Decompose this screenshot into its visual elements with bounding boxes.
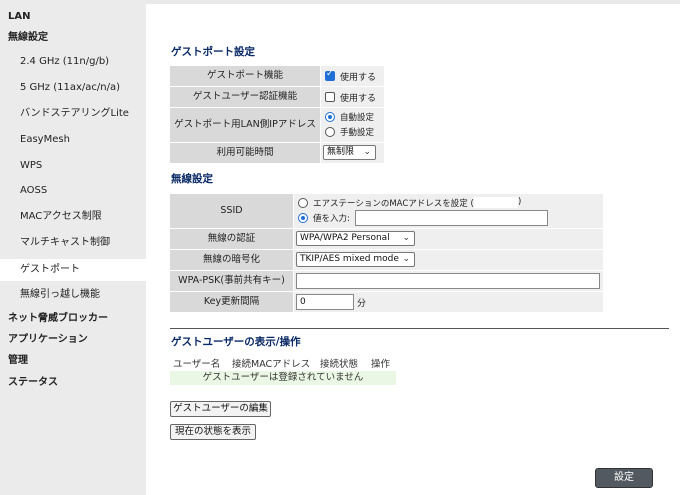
lan-ip-cell: 自動設定 手動設定 xyxy=(321,108,384,142)
guest-port-function-option: 使用する xyxy=(340,73,377,83)
wireless-auth-label: 無線の認証 xyxy=(170,229,293,249)
ssid-label: SSID xyxy=(170,194,293,228)
sidebar-item-application[interactable]: アプリケーション xyxy=(0,330,146,350)
sidebar-item-band-steering[interactable]: バンドステアリングLite xyxy=(0,104,146,124)
ssid-cell: エアステーションのMACアドレスを設定 ( ) 値を入力: xyxy=(294,194,603,228)
submit-button[interactable]: 設定 xyxy=(595,468,653,488)
available-time-label: 利用可能時間 xyxy=(170,143,320,163)
sidebar-item-wps[interactable]: WPS xyxy=(0,156,146,176)
column-mac-address: 接続MACアドレス xyxy=(232,359,311,370)
ssid-mac-value-box xyxy=(474,197,518,208)
wireless-auth-select[interactable]: WPA/WPA2 Personal ⌄ xyxy=(296,231,415,246)
ssid-mac-label: エアステーションのMACアドレスを設定 ( xyxy=(313,199,474,209)
column-username: ユーザー名 xyxy=(173,359,221,370)
sidebar-item-5ghz[interactable]: 5 GHz (11ax/ac/n/a) xyxy=(0,78,146,98)
section-divider xyxy=(170,328,669,329)
empty-message: ゲストユーザーは登録されていません xyxy=(170,371,396,385)
guest-auth-checkbox[interactable] xyxy=(325,92,335,102)
ssid-mac-radio[interactable] xyxy=(298,198,308,208)
sidebar-item-wireless[interactable]: 無線設定 xyxy=(0,28,146,48)
column-operation: 操作 xyxy=(371,359,391,370)
show-status-button[interactable]: 現在の状態を表示 xyxy=(170,424,256,440)
wireless-auth-cell: WPA/WPA2 Personal ⌄ xyxy=(294,229,603,249)
sidebar-item-easymesh[interactable]: EasyMesh xyxy=(0,130,146,150)
ssid-input-radio[interactable] xyxy=(298,213,308,223)
psk-label: WPA-PSK(事前共有キー) xyxy=(170,271,293,291)
chevron-down-icon: ⌄ xyxy=(402,233,410,243)
psk-input[interactable] xyxy=(296,273,600,289)
ssid-input[interactable] xyxy=(355,210,548,226)
available-time-cell: 無制限 ⌄ xyxy=(321,143,384,163)
encryption-label: 無線の暗号化 xyxy=(170,250,293,270)
sidebar-item-lan[interactable]: LAN xyxy=(0,7,146,27)
guest-auth-cell: 使用する xyxy=(321,87,384,107)
guest-port-function-checkbox[interactable] xyxy=(325,69,335,81)
guest-auth-option: 使用する xyxy=(340,94,377,104)
key-interval-label: Key更新間隔 xyxy=(170,292,293,312)
lan-ip-manual-label: 手動設定 xyxy=(340,128,375,138)
key-interval-input[interactable]: 0 xyxy=(296,294,354,310)
guest-port-title: ゲストポート設定 xyxy=(171,46,255,58)
available-time-select[interactable]: 無制限 ⌄ xyxy=(323,145,376,160)
guest-users-title: ゲストユーザーの表示/操作 xyxy=(171,336,301,348)
lan-ip-label: ゲストポート用LAN側IPアドレス xyxy=(170,108,320,142)
sidebar-item-wireless-migration[interactable]: 無線引っ越し機能 xyxy=(0,285,146,305)
column-connection-status: 接続状態 xyxy=(320,359,359,370)
lan-ip-auto-radio[interactable] xyxy=(325,112,335,122)
lan-ip-manual-radio[interactable] xyxy=(325,127,335,137)
lan-ip-auto-label: 自動設定 xyxy=(340,113,375,123)
sidebar: LAN 無線設定 2.4 GHz (11n/g/b) 5 GHz (11ax/a… xyxy=(0,0,146,495)
guest-port-function-label: ゲストポート機能 xyxy=(170,66,320,86)
wireless-title: 無線設定 xyxy=(171,173,213,185)
sidebar-item-guest-port[interactable]: ゲストポート xyxy=(0,259,146,281)
guest-auth-label: ゲストユーザー認証機能 xyxy=(170,87,320,107)
sidebar-item-24ghz[interactable]: 2.4 GHz (11n/g/b) xyxy=(0,52,146,72)
sidebar-item-multicast[interactable]: マルチキャスト制御 xyxy=(0,233,146,253)
main-content: ゲストポート設定 ゲストポート機能 使用する ゲストユーザー認証機能 使用する … xyxy=(146,4,680,495)
encryption-select[interactable]: TKIP/AES mixed mode ⌄ xyxy=(296,252,415,267)
chevron-down-icon: ⌄ xyxy=(402,254,410,264)
sidebar-item-aoss[interactable]: AOSS xyxy=(0,181,146,201)
sidebar-item-threat-blocker[interactable]: ネット脅威ブロッカー xyxy=(0,309,146,329)
chevron-down-icon: ⌄ xyxy=(363,147,371,157)
encryption-cell: TKIP/AES mixed mode ⌄ xyxy=(294,250,603,270)
sidebar-item-mac-filter[interactable]: MACアクセス制限 xyxy=(0,207,146,227)
ssid-input-label: 値を入力: xyxy=(313,214,350,224)
key-interval-unit: 分 xyxy=(357,299,367,309)
sidebar-item-status[interactable]: ステータス xyxy=(0,373,146,393)
psk-cell xyxy=(294,271,603,291)
edit-guest-users-button[interactable]: ゲストユーザーの編集 xyxy=(170,401,271,417)
ssid-mac-suffix: ) xyxy=(518,197,522,207)
wireless-auth-value: WPA/WPA2 Personal xyxy=(300,233,390,243)
available-time-value: 無制限 xyxy=(327,147,355,157)
encryption-value: TKIP/AES mixed mode xyxy=(300,254,399,264)
key-interval-cell: 0 分 xyxy=(294,292,603,312)
sidebar-item-admin[interactable]: 管理 xyxy=(0,351,146,371)
guest-port-function-cell: 使用する xyxy=(321,66,384,86)
